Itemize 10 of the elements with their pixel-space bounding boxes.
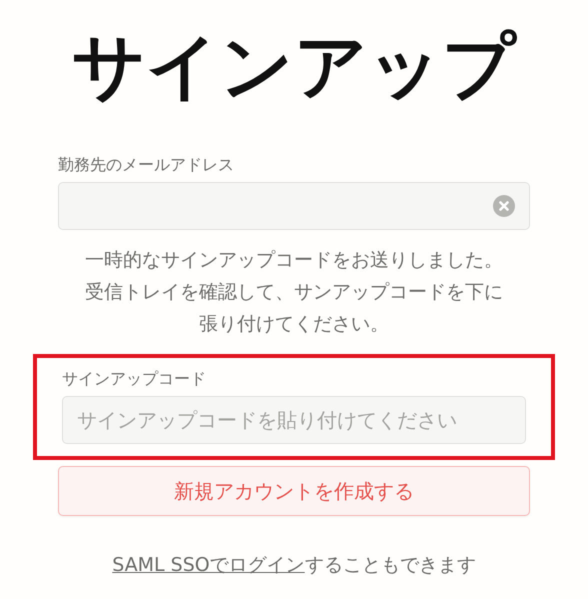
info-message: 一時的なサインアップコードをお送りしました。 受信トレイを確認して、サンアップコードを下に 張り付けてください。 xyxy=(84,248,504,337)
field-label: サインアップコード xyxy=(62,368,206,390)
sso-login-text: SAML SSOでログインすることもできます xyxy=(111,553,477,578)
field-label: 勤務先のメールアドレス xyxy=(58,154,234,176)
sso-login-link[interactable]: SAML SSOでログイン xyxy=(112,554,305,576)
clear-icon[interactable] xyxy=(493,195,515,217)
code-field[interactable]: サインアップコードを貼り付けてください xyxy=(62,396,526,444)
create-account-button[interactable]: 新規アカウントを作成する xyxy=(58,466,530,516)
email-field[interactable] xyxy=(58,182,530,230)
page-title: サインアップ xyxy=(71,23,518,110)
